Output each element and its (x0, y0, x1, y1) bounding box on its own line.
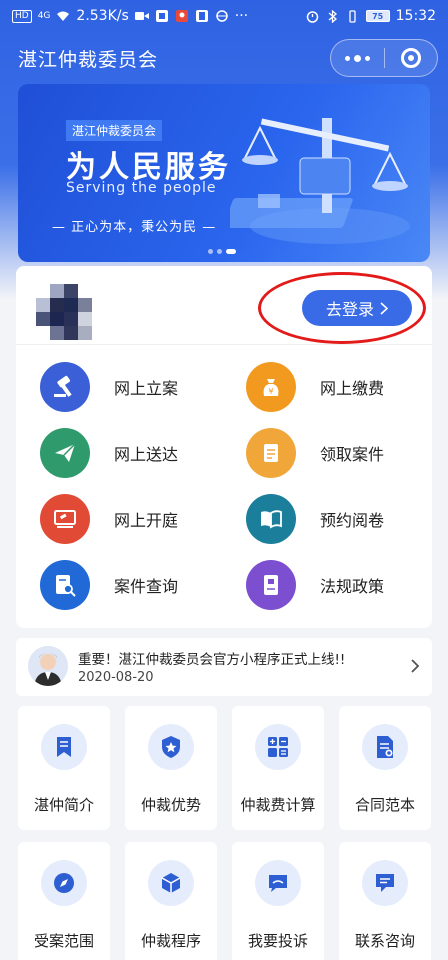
banner-carousel[interactable]: 湛江仲裁委员会 为人民服务 Serving the people — 正心为本，… (18, 84, 430, 262)
mini-program-capsule (330, 39, 438, 77)
chat-bubble-icon (255, 860, 301, 906)
service-online-delivery[interactable]: 网上送达 (40, 428, 178, 478)
law-book-icon (246, 560, 296, 610)
device-icon (195, 9, 209, 23)
network-speed: 2.53K/s (76, 8, 129, 24)
hd-indicator: HD (12, 9, 32, 23)
banner-tag: 湛江仲裁委员会 (66, 120, 163, 141)
grid-item-case-scope[interactable]: 受案范围 (18, 842, 110, 960)
gavel-icon (40, 362, 90, 412)
grid-item-introduction[interactable]: 湛仲简介 (18, 706, 110, 830)
grid-item-label: 我要投诉 (247, 932, 308, 950)
bookmark-icon (41, 724, 87, 770)
grid-item-label: 仲裁费计算 (240, 796, 316, 814)
bluetooth-icon (326, 9, 340, 23)
alarm-icon (306, 9, 320, 23)
grid-item-label: 合同范本 (354, 796, 415, 814)
wifi-icon (56, 9, 70, 23)
battery-icon: 75 (365, 10, 390, 22)
map-pin-icon (175, 9, 189, 23)
announcement-text: 重要！湛江仲裁委员会官方小程序正式上线!! (78, 652, 346, 668)
grid-item-complaint[interactable]: 我要投诉 (232, 842, 324, 960)
banner-subtitle: Serving the people (66, 180, 217, 196)
service-label: 网上缴费 (320, 379, 385, 398)
open-book-icon (246, 494, 296, 544)
more-notifications-icon: ··· (234, 8, 249, 24)
grid-item-label: 仲裁程序 (140, 932, 201, 950)
clock: 15:32 (395, 8, 436, 24)
service-online-filing[interactable]: 网上立案 (40, 362, 178, 412)
vibrate-icon (346, 9, 360, 23)
banner-slogan: — 正心为本，秉公为民 — (52, 220, 217, 235)
service-claim-case[interactable]: 领取案件 (246, 428, 384, 478)
contract-icon (362, 724, 408, 770)
doc-search-icon (40, 560, 90, 610)
service-online-hearing[interactable]: 网上开庭 (40, 494, 178, 544)
service-label: 案件查询 (114, 577, 179, 596)
more-menu-button[interactable] (331, 54, 384, 62)
service-label: 预约阅卷 (320, 511, 385, 530)
grid-item-procedures[interactable]: 仲裁程序 (125, 842, 217, 960)
announcement-date: 2020-08-20 (78, 670, 154, 685)
grid-item-label: 仲裁优势 (140, 796, 201, 814)
message-icon (362, 860, 408, 906)
carousel-indicator (208, 249, 236, 254)
signal-indicator: 4G (37, 11, 51, 21)
service-case-query[interactable]: 案件查询 (40, 560, 178, 610)
service-label: 法规政策 (320, 577, 385, 596)
calculator-icon (255, 724, 301, 770)
announcement-avatar (28, 646, 68, 686)
service-regulations[interactable]: 法规政策 (246, 560, 384, 610)
grid-item-advantages[interactable]: 仲裁优势 (125, 706, 217, 830)
chevron-right-icon (411, 659, 420, 673)
money-bag-icon: ¥ (246, 362, 296, 412)
grid-item-label: 湛仲简介 (33, 796, 94, 814)
document-icon (246, 428, 296, 478)
page-title: 湛江仲裁委员会 (18, 48, 159, 71)
paper-plane-icon (40, 428, 90, 478)
grid-item-contract-templates[interactable]: 合同范本 (339, 706, 431, 830)
video-icon (134, 9, 149, 23)
grid-item-label: 联系咨询 (354, 932, 415, 950)
shield-star-icon (148, 724, 194, 770)
service-label: 网上送达 (114, 445, 179, 464)
service-book-review[interactable]: 预约阅卷 (246, 494, 384, 544)
grid-item-fee-calculator[interactable]: 仲裁费计算 (232, 706, 324, 830)
grid-item-label: 受案范围 (33, 932, 94, 950)
service-label: 网上开庭 (114, 511, 179, 530)
service-label: 网上立案 (114, 379, 179, 398)
service-label: 领取案件 (320, 445, 385, 464)
grid-item-contact[interactable]: 联系咨询 (339, 842, 431, 960)
svg-text:¥: ¥ (268, 387, 273, 396)
card-divider (16, 344, 432, 345)
navigation-bar: 湛江仲裁委员会 (0, 36, 448, 80)
service-online-payment[interactable]: ¥ 网上缴费 (246, 362, 384, 412)
scales-of-justice-illustration (230, 118, 410, 244)
close-miniprogram-button[interactable] (385, 48, 438, 68)
app-notification-icon (155, 9, 169, 23)
status-bar: HD 4G 2.53K/s ··· 75 15:32 (0, 0, 448, 32)
court-screen-icon (40, 494, 90, 544)
announcement-bar[interactable]: 重要！湛江仲裁委员会官方小程序正式上线!! 2020-08-20 (16, 638, 432, 696)
compass-icon (41, 860, 87, 906)
globe-icon (215, 9, 229, 23)
service-card: 去登录 网上立案 ¥ 网上缴费 网上送达 领取案件 网上开庭 预约阅卷 案件查询… (16, 266, 432, 628)
highlight-annotation-ellipse (258, 272, 426, 344)
avatar[interactable] (36, 284, 102, 350)
cube-icon (148, 860, 194, 906)
